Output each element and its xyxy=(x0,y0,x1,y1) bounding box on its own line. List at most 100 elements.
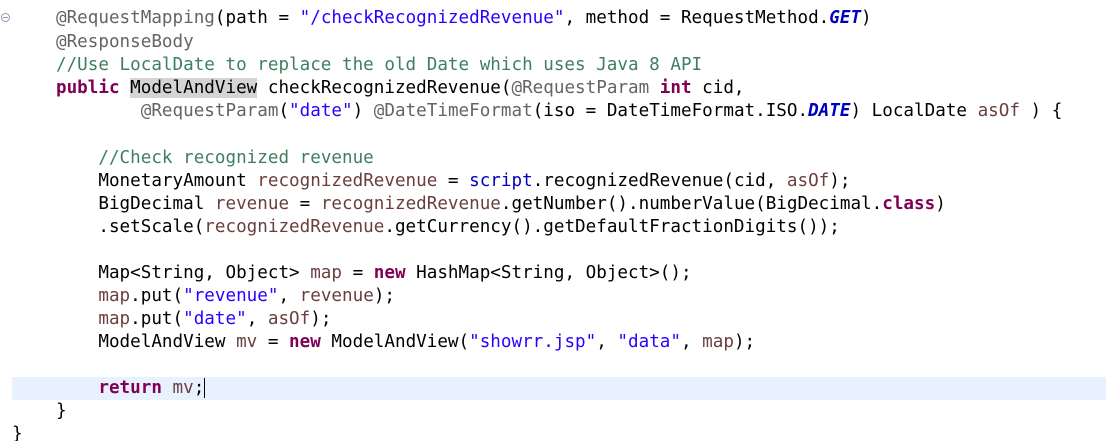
code-token: int xyxy=(659,78,692,98)
code-token: new xyxy=(373,263,406,283)
code-token: = xyxy=(257,332,290,352)
code-token: return xyxy=(98,378,162,398)
code-token: ) xyxy=(352,101,374,121)
code-line[interactable]: public ModelAndView checkRecognizedReven… xyxy=(56,77,745,100)
code-token: .put( xyxy=(130,309,184,329)
code-token: script xyxy=(469,171,533,191)
code-token: Map<String, Object> xyxy=(56,263,311,283)
code-token: ModelAndView xyxy=(130,78,258,98)
code-token: = xyxy=(289,194,321,214)
code-token: asOf xyxy=(977,101,1020,121)
code-token: ) LocalDate xyxy=(850,101,978,121)
code-line[interactable]: BigDecimal revenue = recognizedRevenue.g… xyxy=(56,193,946,216)
code-token: BigDecimal xyxy=(56,194,215,214)
code-token: @RequestMapping xyxy=(56,8,215,28)
code-line[interactable]: } xyxy=(12,423,23,441)
code-token: ); xyxy=(373,286,395,306)
code-token: ( xyxy=(278,101,290,121)
code-token: mv xyxy=(236,332,258,352)
code-token: .getCurrency().getDefaultFractionDigits(… xyxy=(384,217,840,237)
code-line[interactable]: @RequestMapping(path = "/checkRecognized… xyxy=(56,7,872,30)
code-token: "/checkRecognizedRevenue" xyxy=(299,8,565,28)
code-editor[interactable]: @RequestMapping(path = "/checkRecognized… xyxy=(0,0,1106,441)
code-token: revenue xyxy=(214,194,290,214)
code-token: @RequestParam xyxy=(140,101,279,121)
code-token: asOf xyxy=(267,309,311,329)
code-token: , xyxy=(278,286,300,306)
code-line[interactable]: ModelAndView mv = new ModelAndView("show… xyxy=(56,331,755,354)
code-token: recognizedRevenue xyxy=(257,171,438,191)
code-line[interactable]: } xyxy=(56,400,67,423)
code-token: ) xyxy=(935,194,946,214)
code-token: map xyxy=(98,309,131,329)
code-token: map xyxy=(702,332,734,352)
code-token: @DateTimeFormat xyxy=(373,101,533,121)
code-token: new xyxy=(289,332,321,352)
code-token: MonetaryAmount xyxy=(56,171,258,191)
code-token: map xyxy=(310,263,342,283)
code-line[interactable]: return mv; xyxy=(56,377,206,400)
code-token: checkRecognizedRevenue( xyxy=(257,78,512,98)
code-line[interactable]: //Check recognized revenue xyxy=(56,147,374,170)
code-token: "data" xyxy=(617,332,681,352)
code-token: .recognizedRevenue(cid, xyxy=(532,171,787,191)
code-token: = xyxy=(437,171,470,191)
editor-gutter xyxy=(0,0,14,441)
code-token: } xyxy=(12,424,23,441)
code-line[interactable]: @ResponseBody xyxy=(56,31,194,54)
code-token: (path = xyxy=(214,8,300,28)
fold-collapse-icon[interactable] xyxy=(1,13,10,22)
code-token: "date" xyxy=(183,309,247,329)
code-token: , xyxy=(246,309,268,329)
code-token: //Check recognized revenue xyxy=(98,148,374,168)
code-token: .getNumber().numberValue(BigDecimal. xyxy=(500,194,883,214)
code-token: public xyxy=(56,78,120,98)
code-token: //Use LocalDate to replace the old Date … xyxy=(56,55,703,75)
code-token: "revenue" xyxy=(183,286,279,306)
code-line[interactable]: map.put("date", asOf); xyxy=(56,308,331,331)
code-token: asOf xyxy=(786,171,830,191)
code-line[interactable]: MonetaryAmount recognizedRevenue = scrip… xyxy=(56,170,850,193)
code-token: } xyxy=(56,401,67,421)
code-token: map xyxy=(98,286,131,306)
code-line[interactable]: Map<String, Object> map = new HashMap<St… xyxy=(56,262,692,285)
code-token: , xyxy=(596,332,618,352)
code-token: , method = RequestMethod. xyxy=(564,8,830,28)
code-line[interactable]: .setScale(recognizedRevenue.getCurrency(… xyxy=(56,216,840,239)
code-token: recognizedRevenue xyxy=(320,194,501,214)
code-token: , xyxy=(680,332,703,352)
code-token: ); xyxy=(310,309,332,329)
code-token: ) xyxy=(861,8,872,28)
text-caret xyxy=(204,378,206,398)
code-token: ModelAndView xyxy=(56,332,237,352)
code-token: .setScale( xyxy=(56,217,205,237)
code-token: revenue xyxy=(299,286,374,306)
code-line[interactable]: @RequestParam("date") @DateTimeFormat(is… xyxy=(56,100,1063,123)
code-token: @RequestParam xyxy=(511,78,650,98)
code-token: "showrr.jsp" xyxy=(469,332,597,352)
code-token: recognizedRevenue xyxy=(204,217,385,237)
code-token: ); xyxy=(733,332,756,352)
code-token: = xyxy=(342,263,374,283)
code-token: HashMap<String, Object>(); xyxy=(405,263,692,283)
code-token: mv xyxy=(172,378,194,398)
code-token: "date" xyxy=(289,101,353,121)
code-token: .put( xyxy=(130,286,184,306)
code-token: ModelAndView( xyxy=(320,332,470,352)
code-token: ); xyxy=(829,171,851,191)
code-token: GET xyxy=(829,8,862,28)
code-token: DATE xyxy=(808,101,851,121)
code-token: ; xyxy=(193,378,205,398)
code-token: @ResponseBody xyxy=(56,32,194,52)
code-token: class xyxy=(882,194,936,214)
code-token: ) { xyxy=(1019,101,1063,121)
code-line[interactable]: //Use LocalDate to replace the old Date … xyxy=(56,54,702,77)
code-line[interactable]: map.put("revenue", revenue); xyxy=(56,285,395,308)
